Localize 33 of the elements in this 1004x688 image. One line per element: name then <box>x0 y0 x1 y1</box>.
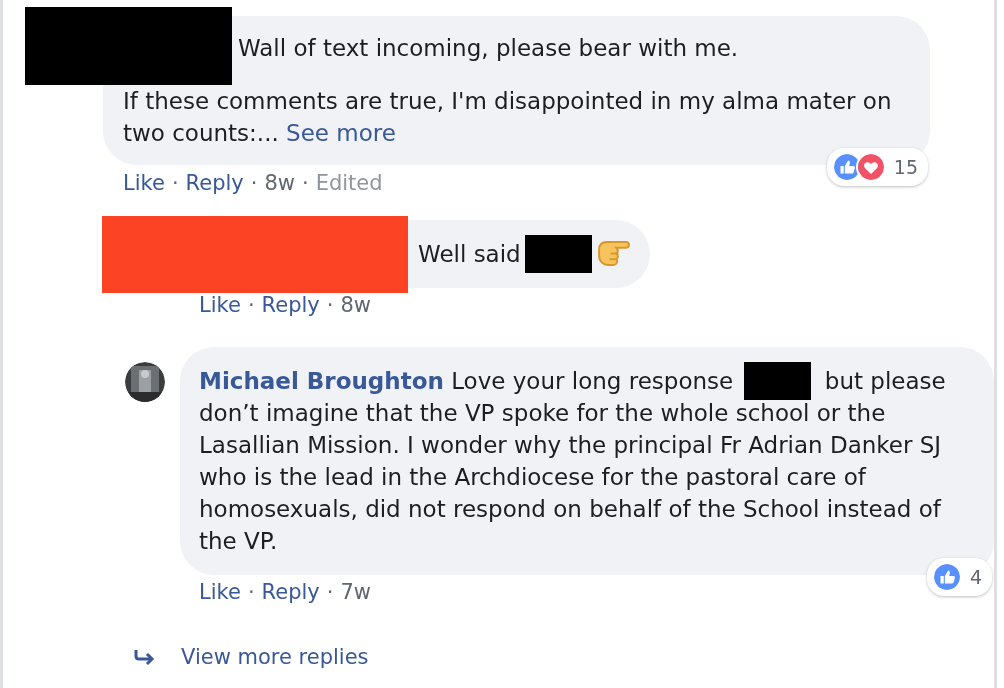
action-link[interactable]: Like <box>199 579 241 605</box>
separator-dot: · <box>301 170 309 196</box>
action-link[interactable]: Like <box>123 170 165 196</box>
separator-dot: · <box>250 170 258 196</box>
view-more-replies-link[interactable]: View more replies <box>181 644 369 670</box>
reaction-badge[interactable]: 4 <box>926 558 992 596</box>
pointing-hand-icon <box>597 240 630 267</box>
separator-dot: · <box>326 292 334 318</box>
timestamp: 8w <box>264 170 295 196</box>
heart-icon <box>855 152 886 182</box>
reaction-count: 15 <box>893 155 918 179</box>
comment-text: If these comments are true, I'm disappointed in my alma mater on two counts:... See more <box>123 87 893 148</box>
timestamp: 8w <box>340 292 371 318</box>
separator-dot: · <box>171 170 179 196</box>
reaction-count: 4 <box>969 565 982 589</box>
edited-label: Edited <box>315 170 383 196</box>
redaction-box <box>744 362 812 400</box>
action-link[interactable]: Reply <box>185 170 244 196</box>
action-link[interactable]: Reply <box>261 579 320 605</box>
redaction-box <box>524 235 592 273</box>
action-link[interactable]: Reply <box>261 292 320 318</box>
reply-arrow-icon <box>133 647 157 667</box>
like-icon <box>931 562 962 592</box>
separator-dot: · <box>247 579 255 605</box>
comment-text: Wall of text incoming, please bear with me. <box>237 34 740 63</box>
reaction-badge[interactable]: 15 <box>826 148 928 186</box>
see-more-link[interactable]: See more <box>286 120 396 146</box>
comment-text: Michael Broughton Love your long response but please don’t imagine that the VP spoke for the whole school or the Lasallian Mission. I wonder why the principal Fr Adrian Danker SJ who is the lead in the Archdiocese for the pastoral care of homosexuals, did not respond on behalf of the School instead of the VP. <box>199 365 974 557</box>
timestamp: 7w <box>340 579 371 605</box>
separator-dot: · <box>326 579 334 605</box>
separator-dot: · <box>247 292 255 318</box>
action-link[interactable]: Like <box>199 292 241 318</box>
author-name-link[interactable]: Michael Broughton <box>199 368 444 394</box>
